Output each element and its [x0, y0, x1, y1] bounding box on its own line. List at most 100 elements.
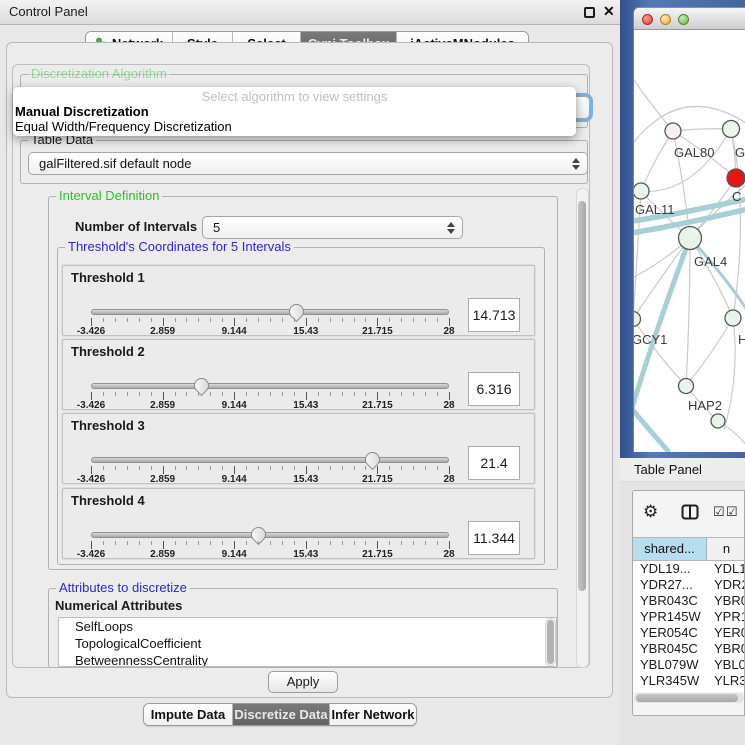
- panel-title: Control Panel: [9, 4, 88, 19]
- table-row[interactable]: YDL19...YDL1: [633, 561, 745, 577]
- table-row[interactable]: YPR145WYPR1: [633, 609, 745, 625]
- network-node[interactable]: [723, 121, 740, 138]
- dropdown-option-equal-width[interactable]: Equal Width/Frequency Discretization: [15, 119, 232, 134]
- minimize-traffic-light-icon[interactable]: [660, 14, 671, 25]
- slider-track[interactable]: [91, 457, 449, 463]
- table-rows: YDL19...YDL1YDR27...YDR2YBR043CYBR0YPR14…: [633, 561, 745, 692]
- checkbox-icon[interactable]: ☑: [713, 504, 725, 520]
- table-toolbar: ⚙ ☑ ☑: [633, 491, 745, 537]
- network-node[interactable]: [665, 123, 681, 139]
- network-edge[interactable]: [686, 238, 690, 386]
- network-node[interactable]: [711, 414, 725, 428]
- bottom-tab-bar: Impute Data Discretize Data Infer Networ…: [143, 703, 417, 726]
- num-intervals-combobox[interactable]: 5: [202, 216, 463, 239]
- algorithm-dropdown-popup: Select algorithm to view settings Manual…: [13, 87, 576, 136]
- table-row[interactable]: YBL079WYBL0: [633, 657, 745, 673]
- table-row[interactable]: YER054CYER0: [633, 625, 745, 641]
- network-node[interactable]: [634, 312, 641, 327]
- threshold-value[interactable]: 6.316: [468, 372, 520, 406]
- threshold-value[interactable]: 14.713: [468, 298, 520, 332]
- threshold-value[interactable]: 21.4: [468, 446, 520, 480]
- network-window: GAL80GCGAL11GAL4GCY1HHAP2: [633, 7, 745, 452]
- table-row[interactable]: YDR27...YDR2: [633, 577, 745, 593]
- network-node[interactable]: [725, 310, 741, 326]
- network-canvas[interactable]: GAL80GCGAL11GAL4GCY1HHAP2: [634, 30, 745, 452]
- slider-track[interactable]: [91, 309, 449, 315]
- attributes-group-label: Attributes to discretize: [56, 580, 190, 595]
- node-label: GAL80: [674, 145, 714, 160]
- slider-tick-labels: -3.4262.8599.14415.4321.71528: [91, 549, 449, 560]
- node-label: C: [732, 189, 741, 204]
- combo-stepper-icon: [572, 158, 580, 170]
- gear-icon[interactable]: ⚙: [643, 502, 658, 522]
- threshold-box-4: Threshold 4 -3.4262.8599.14415.4321.71528…: [62, 488, 535, 559]
- float-window-icon[interactable]: [584, 7, 595, 18]
- attributes-scrollbar-thumb[interactable]: [547, 620, 554, 664]
- checkbox-icon[interactable]: ☑: [726, 504, 738, 520]
- attributes-scrollbar[interactable]: [545, 618, 556, 666]
- table-scrollbar-thumb[interactable]: [636, 694, 738, 702]
- num-intervals-label: Number of Intervals: [75, 219, 197, 234]
- network-window-titlebar[interactable]: [634, 8, 745, 30]
- thresholds-group-label: Threshold's Coordinates for 5 Intervals: [65, 239, 294, 254]
- network-node[interactable]: [634, 183, 649, 199]
- attribute-item[interactable]: TopologicalCoefficient: [59, 635, 556, 652]
- control-panel-titlebar: Control Panel ✕: [0, 0, 620, 25]
- node-label: HAP2: [688, 398, 722, 413]
- table-row[interactable]: YIL052CYIL0: [633, 689, 745, 692]
- network-edge[interactable]: [686, 318, 733, 386]
- network-edge[interactable]: [641, 131, 673, 191]
- threshold-label: Threshold 2: [71, 344, 145, 359]
- threshold-label: Threshold 3: [71, 418, 145, 433]
- column-header-name[interactable]: n: [707, 538, 745, 560]
- dropdown-option-manual[interactable]: Manual Discretization: [15, 104, 149, 119]
- screen: Control Panel ✕ Network Style Select Cyn…: [0, 0, 745, 745]
- attribute-item[interactable]: SelfLoops: [59, 618, 556, 635]
- attribute-item[interactable]: BetweennessCentrality: [59, 652, 556, 667]
- table-panel-titlebar: Table Panel: [620, 458, 745, 482]
- zoom-traffic-light-icon[interactable]: [678, 14, 689, 25]
- network-edge[interactable]: [634, 238, 690, 319]
- threshold-label: Threshold 1: [71, 270, 145, 285]
- slider-tick-labels: -3.4262.8599.14415.4321.71528: [91, 326, 449, 337]
- panel-scrollbar[interactable]: [576, 188, 589, 668]
- combo-stepper-icon: [447, 222, 455, 234]
- network-edge-thick[interactable]: [634, 402, 668, 451]
- threshold-box-2: Threshold 2-3.4262.8599.14415.4321.71528…: [62, 339, 535, 410]
- split-columns-icon[interactable]: [681, 504, 699, 520]
- dropdown-hint: Select algorithm to view settings: [13, 89, 576, 104]
- table-header-row: shared... n: [633, 537, 745, 561]
- threshold-box-1: Threshold 1 -3.4262.8599.14415.4321.71528…: [62, 265, 535, 336]
- network-view[interactable]: GAL80GCGAL11GAL4GCY1HHAP2: [634, 30, 745, 452]
- tab-impute-data[interactable]: Impute Data: [144, 704, 233, 725]
- tab-infer-network[interactable]: Infer Network: [330, 704, 416, 725]
- network-node[interactable]: [727, 169, 745, 187]
- apply-button[interactable]: Apply: [268, 671, 338, 693]
- algorithm-group-label: Discretization Algorithm: [28, 66, 170, 81]
- table-panel-title: Table Panel: [634, 462, 702, 477]
- node-label: GAL4: [694, 254, 727, 269]
- panel-scrollbar-thumb[interactable]: [578, 201, 586, 591]
- numerical-attributes-list[interactable]: SelfLoopsTopologicalCoefficientBetweenne…: [58, 617, 557, 667]
- tab-discretize-data[interactable]: Discretize Data: [233, 704, 330, 725]
- close-traffic-light-icon[interactable]: [642, 14, 653, 25]
- control-panel: Control Panel ✕ Network Style Select Cyn…: [0, 0, 620, 745]
- slider-track[interactable]: [91, 532, 449, 538]
- table-row[interactable]: YBR045CYBR0: [633, 641, 745, 657]
- table-row[interactable]: YBR043CYBR0: [633, 593, 745, 609]
- column-header-shared-name[interactable]: shared...: [633, 538, 707, 560]
- slider-track[interactable]: [91, 383, 449, 389]
- table-row[interactable]: YLR345WYLR3: [633, 673, 745, 689]
- close-icon[interactable]: ✕: [603, 3, 615, 20]
- table-data-combobox[interactable]: galFiltered.sif default node: [28, 152, 588, 175]
- network-node[interactable]: [679, 379, 694, 394]
- node-label: GCY1: [634, 332, 667, 347]
- table-horizontal-scrollbar[interactable]: [634, 693, 744, 703]
- node-label: G: [735, 145, 745, 160]
- threshold-label: Threshold 4: [71, 493, 145, 508]
- network-edge[interactable]: [724, 318, 735, 430]
- network-edge[interactable]: [690, 238, 733, 318]
- network-edge[interactable]: [641, 129, 731, 191]
- threshold-value[interactable]: 11.344: [468, 521, 520, 555]
- network-node[interactable]: [679, 227, 702, 250]
